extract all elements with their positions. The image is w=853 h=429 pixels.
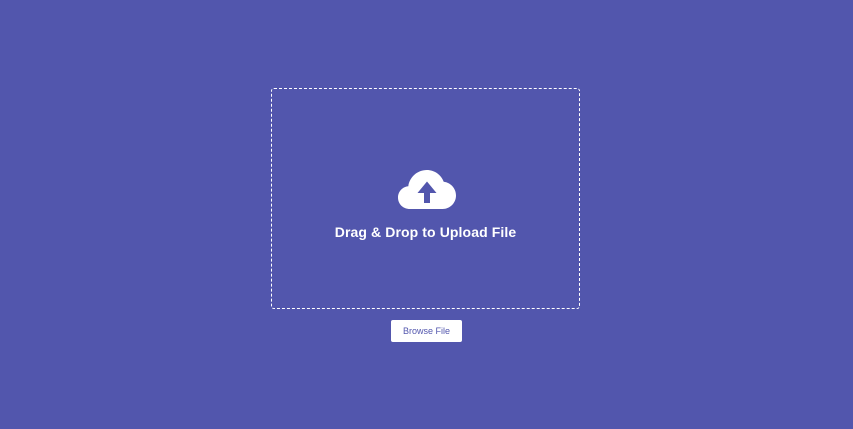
browse-file-button[interactable]: Browse File	[391, 320, 462, 342]
cloud-upload-icon	[398, 170, 456, 209]
drop-zone-text: Drag & Drop to Upload File	[334, 224, 517, 240]
file-drop-zone[interactable]: Drag & Drop to Upload File	[271, 88, 580, 309]
